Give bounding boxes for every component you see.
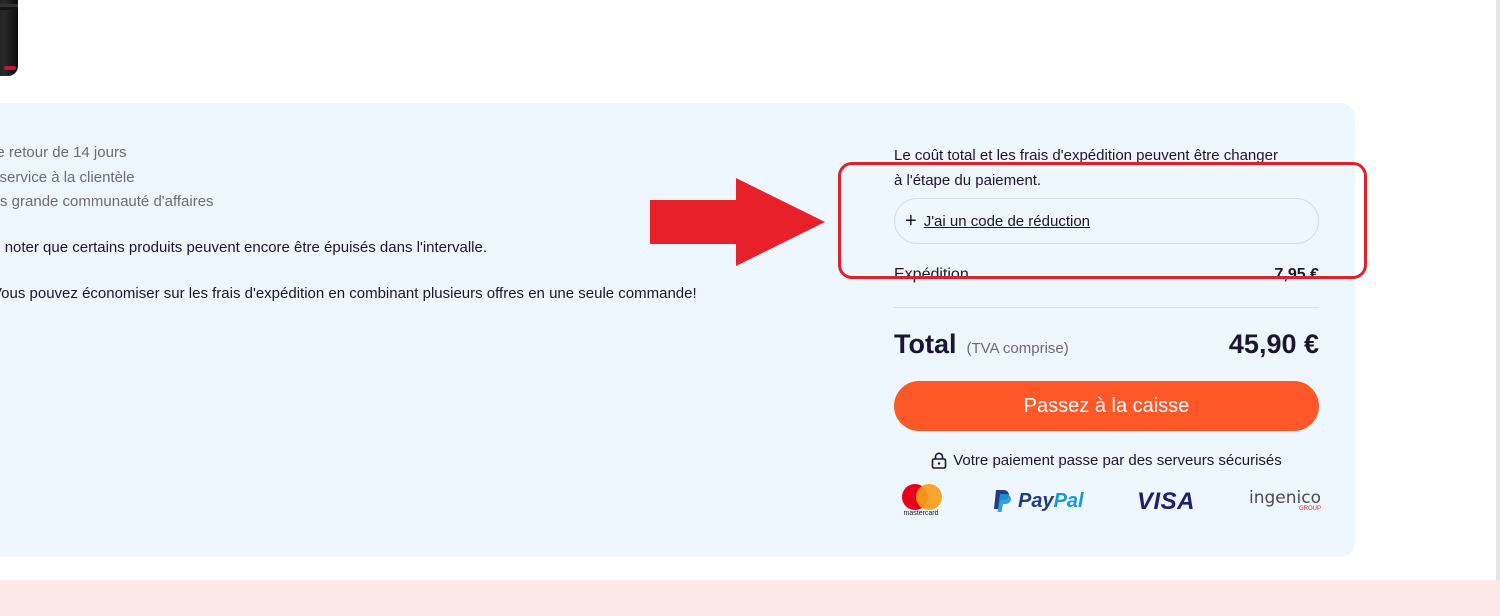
visa-logo: VISA [1137,488,1196,515]
paypal-text-a: Pay [1018,489,1054,512]
product-thumbnail[interactable] [0,0,18,76]
secure-payment-note: Votre paiement passe par des serveurs sé… [894,452,1319,469]
paypal-logo: PayPal [992,489,1084,513]
ingenico-logo: ingenico GROUP [1249,488,1321,512]
mastercard-logo: mastercard [898,484,944,518]
page-scrollbar[interactable] [1496,0,1500,580]
benefit-community: plus grande communauté d'affaires [0,193,214,210]
total-amount: 45,90 € [1228,329,1319,359]
benefit-service: cellent service à la clientèle [0,169,135,186]
total-row: Total (TVA comprise) 45,90 € [894,329,1319,360]
lock-icon [931,452,947,469]
total-label: Total [894,329,957,359]
summary-divider [894,307,1319,308]
stock-notice: euillez noter que certains produits peuv… [0,239,488,256]
total-vat-note: (TVA comprise) [966,340,1069,357]
red-arrow-icon [650,178,825,266]
paypal-text-b: Pal [1053,489,1084,512]
annotation-highlight-box [838,162,1367,279]
benefit-returns: itique de retour de 14 jours [0,144,127,161]
footer-band [0,580,1500,616]
checkout-button[interactable]: Passez à la caisse [894,381,1319,431]
mastercard-text: mastercard [903,510,939,517]
ingenico-text: ingenico [1249,488,1321,508]
secure-payment-text: Votre paiement passe par des serveurs sé… [953,452,1282,469]
shipping-tip: Vous pouvez économiser sur les frais d'e… [0,285,697,302]
payment-logos: mastercard PayPal VISA ingenico GROUP [894,484,1321,520]
paypal-icon [994,490,1011,512]
